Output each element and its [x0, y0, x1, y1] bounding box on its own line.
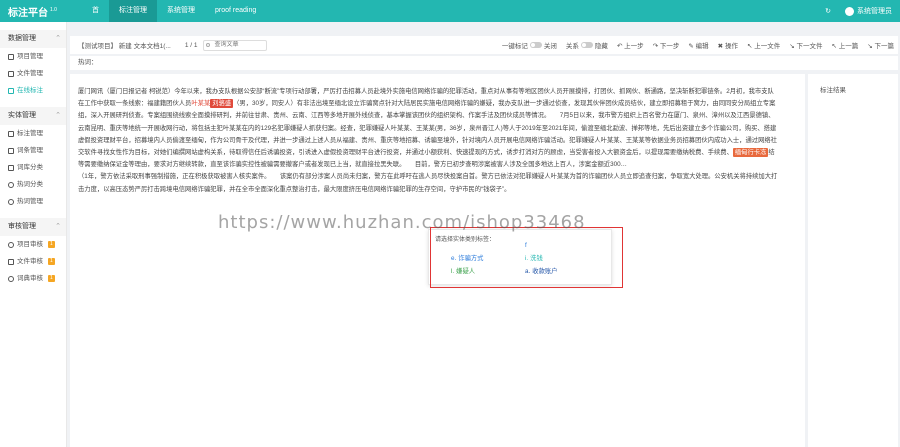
sidebar-item-label: 项目审核	[17, 241, 43, 248]
edit-button[interactable]: ✎ 编辑	[688, 40, 708, 50]
sidebar-item-label: 标注管理	[17, 130, 43, 137]
sidebar-item-label: 文件审核	[17, 258, 43, 265]
hotwords-label: 热词：	[78, 59, 98, 66]
tag-icon	[8, 130, 14, 137]
search-input[interactable]	[203, 39, 268, 51]
file-icon	[8, 258, 14, 265]
sidebar-item-hotword-management[interactable]: 热词管理	[0, 193, 66, 210]
redo-button[interactable]: ↷ 下一步	[653, 40, 680, 50]
prev-file-button[interactable]: ↖ 上一文件	[747, 40, 780, 50]
sidebar-item-label: 热词管理	[17, 198, 43, 205]
sidebar-group-label: 数据管理	[8, 35, 36, 42]
app-version: 1.0	[50, 7, 57, 14]
sidebar-item-lexicon-category[interactable]: 词库分类	[0, 159, 66, 176]
sidebar-item-label: 文件管理	[17, 70, 43, 77]
relation-toggle[interactable]: 关系 隐藏	[566, 40, 608, 50]
count-badge: 1	[48, 275, 55, 282]
nav-annotation-management[interactable]: 标注管理	[109, 0, 157, 22]
page-indicator: 1 / 1	[184, 41, 198, 49]
info-icon	[8, 275, 14, 282]
search-box	[203, 39, 268, 51]
nav-system-management[interactable]: 系统管理	[157, 0, 205, 22]
sidebar-item-projects[interactable]: 项目管理	[0, 48, 66, 65]
highlight-box	[430, 227, 623, 288]
circle-icon	[8, 181, 14, 188]
book-icon	[8, 147, 14, 154]
grid-icon	[8, 53, 14, 60]
switch-icon	[580, 42, 593, 48]
avatar	[845, 6, 854, 16]
user-name: 系统管理员	[857, 8, 892, 15]
top-nav: 首 标注管理 系统管理 proof reading	[82, 0, 266, 22]
chevron-up-icon: ⌃	[55, 223, 61, 230]
user-menu[interactable]: 系统管理员	[845, 6, 892, 16]
toggle-label: 关系	[565, 43, 579, 50]
nav-home[interactable]: 首	[82, 0, 109, 22]
text-segment: （男，30岁，同安人）有非法出境至缅北设立诈骗窝点针对大陆居民实施电信网络诈骗的…	[78, 100, 777, 157]
toggle-state: 隐藏	[594, 43, 608, 50]
nav-proof-reading[interactable]: proof reading	[205, 0, 266, 22]
edit-icon	[8, 87, 14, 94]
sidebar-item-dictionary-review[interactable]: 词典审核 1	[0, 270, 66, 287]
app-logo: 标注平台 1.0	[0, 4, 82, 19]
file-icon	[8, 70, 14, 77]
chevron-up-icon: ⌃	[55, 112, 61, 119]
next-file-button[interactable]: ↘ 下一文件	[789, 40, 822, 50]
sidebar-item-term-management[interactable]: 词条管理	[0, 142, 66, 159]
sidebar-item-label-management[interactable]: 标注管理	[0, 125, 66, 142]
sidebar-group-label: 实体管理	[8, 112, 36, 119]
next-article-button[interactable]: ↘ 下一篇	[867, 40, 894, 50]
count-badge: 1	[48, 258, 55, 265]
prev-article-button[interactable]: ↖ 上一篇	[831, 40, 858, 50]
hotwords-bar: 热词：	[70, 56, 898, 70]
sidebar-item-hotword-category[interactable]: 热词分类	[0, 176, 66, 193]
sidebar-item-label: 热词分类	[17, 181, 43, 188]
sidebar-item-label: 在线标注	[17, 87, 43, 94]
top-bar: 标注平台 1.0 首 标注管理 系统管理 proof reading ↻ 系统管理…	[0, 0, 900, 22]
toggle-label: 一键标记	[501, 43, 528, 50]
undo-button[interactable]: ↶ 上一步	[617, 40, 644, 50]
refresh-icon[interactable]: ↻	[825, 7, 831, 15]
panel-title: 标注结果	[820, 87, 846, 94]
highlighted-text: 叶某某	[191, 100, 211, 108]
check-icon	[8, 241, 14, 248]
sidebar-item-label: 词典审核	[17, 275, 43, 282]
operate-button[interactable]: ✖ 操作	[718, 40, 738, 50]
sidebar-item-project-review[interactable]: 项目审核 1	[0, 236, 66, 253]
sidebar-item-file-review[interactable]: 文件审核 1	[0, 253, 66, 270]
sidebar-item-online-annotation[interactable]: 在线标注	[0, 82, 66, 99]
one-click-toggle[interactable]: 一键标记 关闭	[502, 40, 557, 50]
count-badge: 1	[48, 241, 55, 248]
sidebar-item-label: 词库分类	[17, 164, 43, 171]
toggle-state: 关闭	[543, 43, 557, 50]
switch-icon	[529, 42, 542, 48]
document-toolbar: 【测试项目】 新建 文本文档1(... 1 / 1 一键标记 关闭 关系 隐藏 ↶ …	[70, 36, 898, 54]
annotation-result-panel: 标注结果	[808, 74, 898, 447]
clock-icon	[8, 198, 14, 205]
entity-tag[interactable]: 缅甸行卡冻	[732, 148, 769, 158]
sidebar: 数据管理 ⌃ 项目管理 文件管理 在线标注 实体管理 ⌃ 标注管理 词条管理 词库分…	[0, 22, 67, 447]
sidebar-item-label: 项目管理	[17, 53, 43, 60]
app-title: 标注平台	[8, 7, 48, 19]
sidebar-group-review[interactable]: 审核管理 ⌃	[0, 218, 66, 236]
entity-tag[interactable]: 刘骆盛	[210, 99, 234, 109]
chevron-up-icon: ⌃	[55, 35, 61, 42]
list-icon	[8, 164, 14, 171]
sidebar-group-entity[interactable]: 实体管理 ⌃	[0, 107, 66, 125]
breadcrumb: 【测试项目】 新建 文本文档1(...	[78, 43, 171, 50]
sidebar-item-label: 词条管理	[17, 147, 43, 154]
sidebar-group-label: 审核管理	[8, 223, 36, 230]
document-text[interactable]: 厦门网讯（厦门日报记者 柯锐范）今年以来，我办支队根据公安部“断流”专项行动部署…	[78, 86, 860, 196]
sidebar-item-files[interactable]: 文件管理	[0, 65, 66, 82]
sidebar-group-data[interactable]: 数据管理 ⌃	[0, 30, 66, 48]
